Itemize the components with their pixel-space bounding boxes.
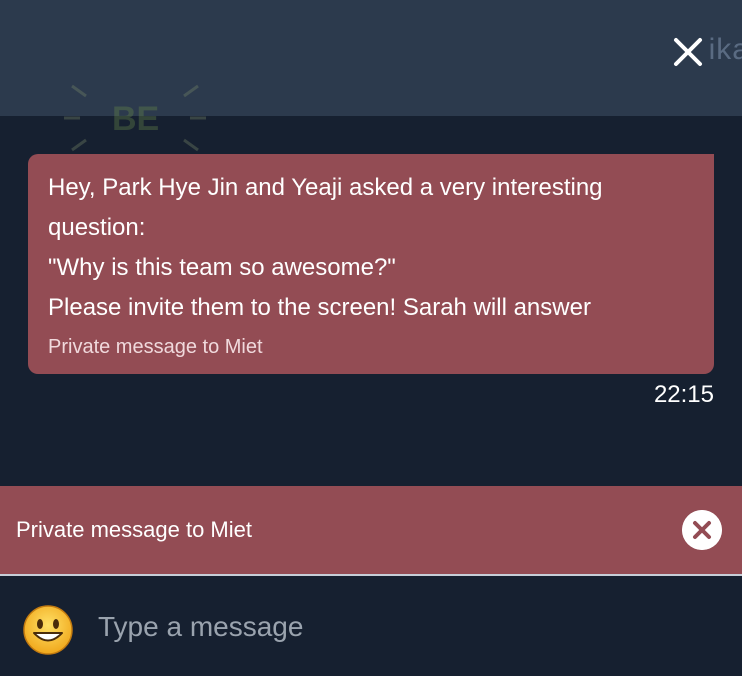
message-line: Hey, Park Hye Jin and Yeaji asked a very…	[48, 174, 603, 201]
close-icon[interactable]	[672, 36, 704, 68]
private-message-label: Private message to Miet	[16, 517, 252, 542]
message-timestamp: 22:15	[653, 381, 714, 408]
message-composer	[0, 576, 742, 676]
header-peek-text: ika	[708, 33, 742, 66]
message-line: "Why is this team so awesome?"	[48, 254, 396, 281]
chat-window: BE ika Hey, Park Hye Jin and Yeaji asked…	[0, 0, 742, 676]
message-line: question:	[48, 214, 146, 241]
smiley-emoji-icon[interactable]	[22, 604, 74, 656]
message-bubble[interactable]: Hey, Park Hye Jin and Yeaji asked a very…	[28, 154, 714, 374]
message-recipient-label: Private message to Miet	[48, 336, 263, 358]
header-bar: BE ika	[0, 0, 742, 169]
message-line: Please invite them to the screen! Sarah …	[48, 294, 591, 321]
svg-text:BE: BE	[112, 100, 159, 138]
close-circle-icon[interactable]	[682, 510, 722, 550]
message-text: Hey, Park Hye Jin and Yeaji asked a very…	[48, 168, 694, 328]
logo-watermark-icon: BE	[64, 84, 206, 169]
message-input[interactable]	[90, 602, 726, 652]
private-message-bar: Private message to Miet	[0, 486, 742, 574]
